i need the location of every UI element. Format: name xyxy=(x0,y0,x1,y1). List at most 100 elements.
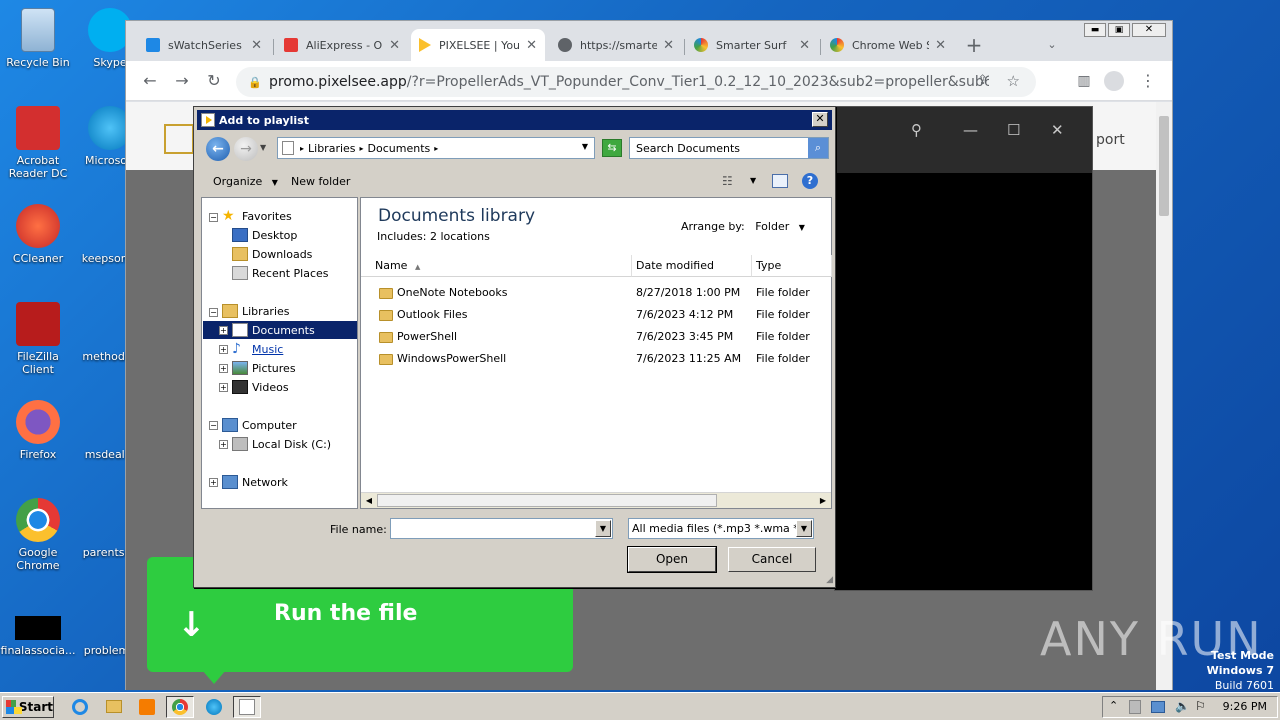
scrollbar-thumb[interactable] xyxy=(1159,116,1169,216)
file-row[interactable]: Outlook Files 7/6/2023 4:12 PM File fold… xyxy=(361,304,831,326)
resize-grip-icon[interactable]: ◢ xyxy=(826,575,833,585)
taskbar-clock[interactable]: 9:26 PM xyxy=(1223,700,1267,713)
close-icon[interactable]: ✕ xyxy=(663,38,674,53)
search-documents-input[interactable]: Search Documents ⌕ xyxy=(629,137,829,159)
desktop-icon-filezilla[interactable]: FileZilla Client xyxy=(0,302,76,376)
breadcrumb-documents[interactable]: Documents xyxy=(368,142,431,155)
expand-icon[interactable]: + xyxy=(209,478,218,487)
scrollbar-thumb[interactable] xyxy=(377,494,717,507)
profile-icon[interactable] xyxy=(1104,71,1124,91)
nav-computer[interactable]: Computer xyxy=(222,416,297,434)
tab-smarter-url[interactable]: https://smarter ✕ xyxy=(550,29,682,61)
minimize-icon[interactable]: ▬ xyxy=(1084,23,1106,37)
new-tab-button[interactable]: + xyxy=(964,35,984,55)
start-button[interactable]: Start xyxy=(2,696,54,718)
nav-recent-places[interactable]: Recent Places xyxy=(232,264,329,282)
action-center-flag-icon[interactable]: ⚐ xyxy=(1195,699,1206,713)
tab-smarter-surf[interactable]: Smarter Surf ✕ xyxy=(686,29,818,61)
organize-menu[interactable]: Organize ▼ xyxy=(213,175,278,188)
column-header-date[interactable]: Date modified xyxy=(632,255,752,277)
dialog-close-button[interactable]: ✕ xyxy=(812,112,828,127)
header-link-support[interactable]: port xyxy=(1096,132,1125,148)
tab-pixelsee[interactable]: PIXELSEE | You ✕ xyxy=(411,29,545,61)
nav-downloads[interactable]: Downloads xyxy=(232,245,312,263)
taskbar-ie[interactable] xyxy=(66,696,94,718)
new-folder-button[interactable]: New folder xyxy=(291,175,350,188)
bookmark-star-icon[interactable]: ☆ xyxy=(1007,72,1020,90)
desktop-icon-firefox[interactable]: Firefox xyxy=(0,400,76,461)
tab-chrome-web-store[interactable]: Chrome Web S ✕ xyxy=(822,29,954,61)
tray-app-icon[interactable] xyxy=(1129,700,1141,714)
back-arrow-icon[interactable]: ← xyxy=(140,71,160,91)
file-row[interactable]: OneNote Notebooks 8/27/2018 1:00 PM File… xyxy=(361,282,831,304)
desktop-icon-recycle-bin[interactable]: Recycle Bin xyxy=(0,8,76,69)
maximize-icon[interactable]: ☐ xyxy=(1007,121,1020,139)
nav-network[interactable]: Network xyxy=(222,473,288,491)
minimize-icon[interactable]: — xyxy=(963,121,978,139)
nav-local-disk[interactable]: Local Disk (C:) xyxy=(232,435,331,453)
file-name-dropdown-icon[interactable]: ▼ xyxy=(595,520,611,537)
forward-arrow-icon[interactable]: → xyxy=(172,71,192,91)
close-icon[interactable]: ✕ xyxy=(799,38,810,53)
page-scrollbar[interactable] xyxy=(1156,102,1172,690)
horizontal-scrollbar[interactable]: ◀ ▶ xyxy=(361,492,831,508)
close-window-icon[interactable]: ✕ xyxy=(1132,23,1166,37)
tab-aliexpress[interactable]: AliExpress - Or ✕ xyxy=(276,29,408,61)
breadcrumb-libraries[interactable]: Libraries xyxy=(308,142,356,155)
close-icon[interactable]: ✕ xyxy=(251,38,262,53)
recent-pages-chevron-icon[interactable]: ▼ xyxy=(260,143,266,152)
open-button[interactable]: Open xyxy=(627,546,717,573)
taskbar-pixelsee[interactable] xyxy=(233,696,261,718)
expand-icon[interactable]: + xyxy=(219,383,228,392)
nav-videos[interactable]: Videos xyxy=(232,378,289,396)
scroll-right-icon[interactable]: ▶ xyxy=(816,494,830,507)
address-bar[interactable]: 🔒 promo.pixelsee.app/?r=PropellerAds_VT_… xyxy=(236,67,1036,97)
file-name-input[interactable]: ▼ xyxy=(390,518,613,539)
back-icon[interactable]: ← xyxy=(206,137,230,161)
library-subtitle[interactable]: Includes: 2 locations xyxy=(377,230,490,243)
column-header-type[interactable]: Type xyxy=(752,255,832,277)
desktop-icon-acrobat[interactable]: Acrobat Reader DC xyxy=(0,106,76,180)
expand-icon[interactable]: + xyxy=(219,345,228,354)
menu-kebab-icon[interactable]: ⋮ xyxy=(1138,71,1158,91)
arrange-by[interactable]: Arrange by: Folder ▼ xyxy=(681,220,805,233)
file-type-filter-select[interactable]: All media files (*.mp3 *.wma *.w ▼ xyxy=(628,518,814,539)
desktop-icon-finalassocia[interactable]: finalassocia... xyxy=(0,616,76,657)
expand-icon[interactable]: + xyxy=(219,326,228,335)
taskbar-explorer[interactable] xyxy=(100,696,128,718)
filter-dropdown-icon[interactable]: ▼ xyxy=(796,520,812,537)
close-icon[interactable]: ✕ xyxy=(935,38,946,53)
close-icon[interactable]: ✕ xyxy=(389,38,400,53)
search-icon[interactable]: ⌕ xyxy=(808,138,828,158)
nav-pictures[interactable]: Pictures xyxy=(232,359,296,377)
dialog-address-bar[interactable]: ▸ Libraries ▸ Documents ▸ ▼ xyxy=(277,137,595,159)
desktop-icon-ccleaner[interactable]: CCleaner xyxy=(0,204,76,265)
scroll-left-icon[interactable]: ◀ xyxy=(362,494,376,507)
desktop-icon-chrome[interactable]: Google Chrome xyxy=(0,498,76,572)
share-icon[interactable]: ⇪ xyxy=(977,73,988,88)
preview-pane-icon[interactable] xyxy=(772,174,788,188)
collapse-icon[interactable]: − xyxy=(209,308,218,317)
expand-icon[interactable]: + xyxy=(219,364,228,373)
file-row[interactable]: WindowsPowerShell 7/6/2023 11:25 AM File… xyxy=(361,348,831,370)
network-icon[interactable] xyxy=(1151,701,1165,713)
help-icon[interactable]: ? xyxy=(802,173,818,189)
cancel-button[interactable]: Cancel xyxy=(728,547,816,572)
refresh-icon[interactable]: ⇆ xyxy=(602,139,622,157)
nav-libraries[interactable]: Libraries xyxy=(222,302,290,320)
pin-icon[interactable]: ⚲ xyxy=(911,121,922,139)
tab-search-chevron-icon[interactable]: ⌄ xyxy=(1042,35,1062,55)
close-icon[interactable]: ✕ xyxy=(1051,121,1064,139)
close-icon[interactable]: ✕ xyxy=(526,38,537,53)
column-header-name[interactable]: Name ▲ xyxy=(361,255,632,277)
file-row[interactable]: PowerShell 7/6/2023 3:45 PM File folder xyxy=(361,326,831,348)
tab-swatchseries[interactable]: sWatchSeries - ✕ xyxy=(138,29,270,61)
collapse-icon[interactable]: − xyxy=(209,213,218,222)
side-panel-icon[interactable]: ▥ xyxy=(1074,71,1094,91)
forward-icon[interactable]: → xyxy=(234,137,258,161)
taskbar-media[interactable] xyxy=(133,696,161,718)
volume-icon[interactable]: 🔈 xyxy=(1175,699,1190,713)
nav-desktop[interactable]: Desktop xyxy=(232,226,297,244)
view-options-icon[interactable]: ☷ xyxy=(722,174,733,188)
tray-overflow-chevron-icon[interactable]: ⌃ xyxy=(1109,699,1118,712)
